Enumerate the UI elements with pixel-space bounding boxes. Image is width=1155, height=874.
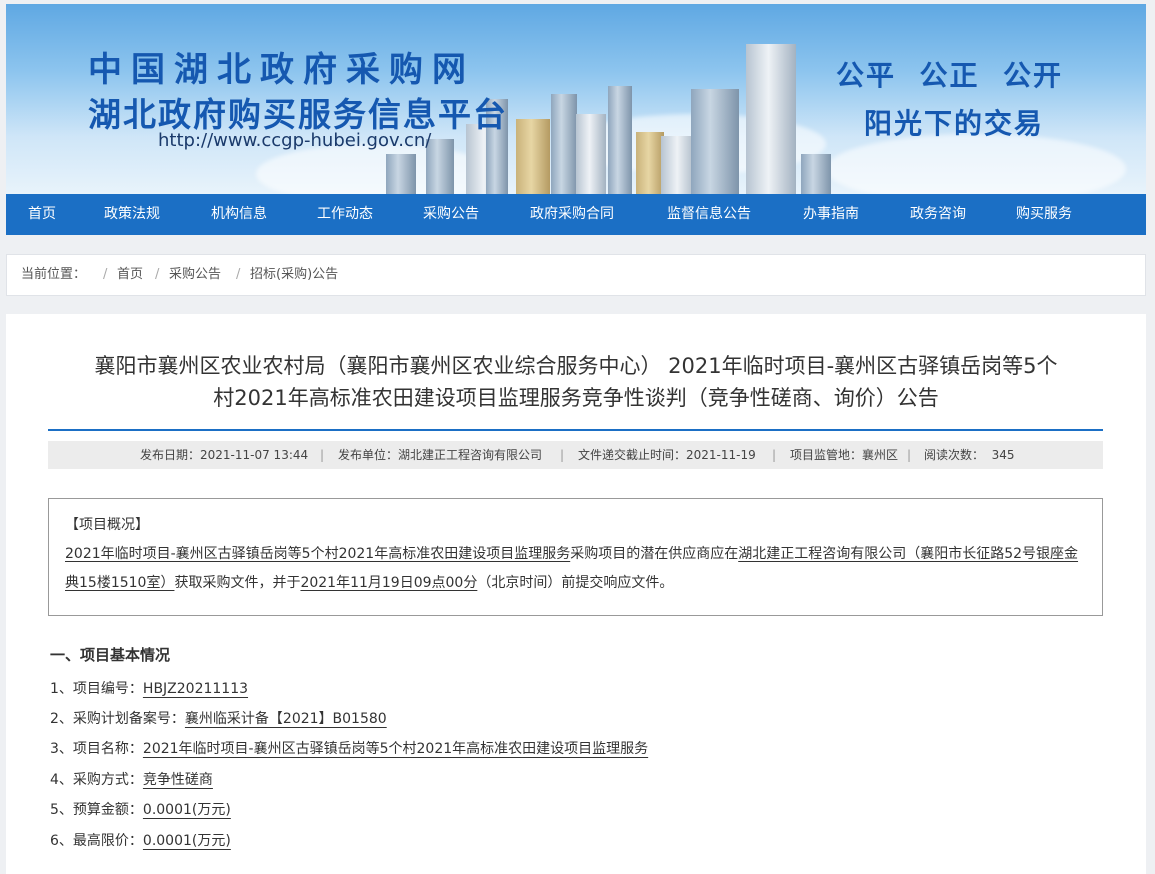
publish-date: 发布日期：2021-11-07 13:44 bbox=[140, 448, 309, 462]
max-price: 0.0001(万元) bbox=[142, 833, 231, 849]
nav-supervision[interactable]: 监督信息公告 bbox=[667, 194, 751, 235]
publisher: 发布单位：湖北建正工程咨询有限公司 bbox=[338, 448, 543, 462]
breadcrumb-separator: / bbox=[236, 267, 241, 282]
info-row: 4、采购方式：竞争性磋商 bbox=[50, 769, 213, 789]
view-count: 阅读次数： 345 bbox=[924, 448, 1015, 462]
nav-work-news[interactable]: 工作动态 bbox=[317, 194, 373, 235]
breadcrumb-home[interactable]: 首页 bbox=[117, 255, 143, 295]
main-nav: 首页 政策法规 机构信息 工作动态 采购公告 政府采购合同 监督信息公告 办事指… bbox=[6, 194, 1146, 235]
info-row: 5、预算金额：0.0001(万元) bbox=[50, 799, 231, 819]
slogan-line1: 公平 公正 公开 bbox=[836, 59, 1063, 92]
nav-consulting[interactable]: 政务咨询 bbox=[910, 194, 966, 235]
site-subtitle: 湖北政府购买服务信息平台 bbox=[88, 95, 508, 134]
overview-heading: 【项目概况】 bbox=[65, 517, 149, 533]
submission-deadline: 文件递交截止时间：2021-11-19 bbox=[578, 448, 756, 462]
breadcrumb-separator: / bbox=[103, 267, 108, 282]
overview-text: 2021年临时项目-襄州区古驿镇岳岗等5个村2021年高标准农田建设项目监理服务… bbox=[65, 540, 1085, 598]
project-name: 2021年临时项目-襄州区古驿镇岳岗等5个村2021年高标准农田建设项目监理服务 bbox=[142, 741, 649, 757]
info-row: 3、项目名称：2021年临时项目-襄州区古驿镇岳岗等5个村2021年高标准农田建… bbox=[50, 738, 648, 758]
article-meta-bar: 发布日期：2021-11-07 13:44 | 发布单位：湖北建正工程咨询有限公… bbox=[48, 441, 1103, 469]
info-row: 2、采购计划备案号：襄州临采计备【2021】B01580 bbox=[50, 708, 387, 728]
budget-amount: 0.0001(万元) bbox=[142, 802, 231, 818]
article-title-line1: 襄阳市襄州区农业农村局（襄阳市襄州区农业综合服务中心） 2021年临时项目-襄州… bbox=[94, 354, 1058, 378]
section-heading: 一、项目基本情况 bbox=[50, 646, 171, 664]
site-title: 中国湖北政府采购网 bbox=[88, 50, 475, 90]
breadcrumb-separator: / bbox=[155, 267, 160, 282]
procurement-method: 竞争性磋商 bbox=[142, 772, 213, 788]
nav-contracts[interactable]: 政府采购合同 bbox=[530, 194, 614, 235]
overview-project-name: 2021年临时项目-襄州区古驿镇岳岗等5个村2021年高标准农田建设项目监理服务 bbox=[65, 546, 571, 562]
overview-text-part: 采购项目的潜在供应商应在 bbox=[570, 546, 739, 562]
breadcrumb-label: 当前位置： bbox=[21, 267, 87, 282]
info-label: 6、最高限价： bbox=[50, 833, 143, 849]
breadcrumb-procurement[interactable]: 采购公告 bbox=[169, 255, 221, 295]
article-panel: 襄阳市襄州区农业农村局（襄阳市襄州区农业综合服务中心） 2021年临时项目-襄州… bbox=[6, 314, 1146, 874]
article-title: 襄阳市襄州区农业农村局（襄阳市襄州区农业综合服务中心） 2021年临时项目-襄州… bbox=[6, 350, 1146, 414]
project-number: HBJZ20211113 bbox=[142, 681, 249, 697]
info-label: 4、采购方式： bbox=[50, 772, 143, 788]
cloud-decoration bbox=[826, 134, 1126, 194]
meta-divider: | bbox=[560, 448, 565, 462]
info-row: 6、最高限价：0.0001(万元) bbox=[50, 830, 231, 850]
info-label: 3、项目名称： bbox=[50, 741, 143, 757]
slogan-line2: 阳光下的交易 bbox=[864, 107, 1045, 140]
project-overview-box: 【项目概况】 2021年临时项目-襄州区古驿镇岳岗等5个村2021年高标准农田建… bbox=[48, 498, 1103, 616]
nav-procurement[interactable]: 采购公告 bbox=[423, 194, 479, 235]
nav-guide[interactable]: 办事指南 bbox=[803, 194, 859, 235]
site-banner: 中国湖北政府采购网 湖北政府购买服务信息平台 http://www.ccgp-h… bbox=[6, 4, 1146, 194]
plan-record-number: 襄州临采计备【2021】B01580 bbox=[184, 711, 387, 727]
overview-text-part: 获取采购文件，并于 bbox=[174, 575, 301, 591]
nav-institutions[interactable]: 机构信息 bbox=[211, 194, 267, 235]
breadcrumb-current: 招标(采购)公告 bbox=[250, 267, 339, 282]
info-label: 1、项目编号： bbox=[50, 681, 143, 697]
info-label: 5、预算金额： bbox=[50, 802, 143, 818]
title-divider bbox=[48, 429, 1103, 431]
nav-home[interactable]: 首页 bbox=[28, 194, 56, 235]
info-label: 2、采购计划备案号： bbox=[50, 711, 185, 727]
nav-purchase-service[interactable]: 购买服务 bbox=[1016, 194, 1072, 235]
meta-divider: | bbox=[772, 448, 777, 462]
supervision-location: 项目监管地：襄州区 bbox=[790, 448, 899, 462]
meta-divider: | bbox=[320, 448, 325, 462]
info-row: 1、项目编号：HBJZ20211113 bbox=[50, 678, 248, 698]
overview-deadline: 2021年11月19日09点00分 bbox=[300, 575, 478, 591]
site-url: http://www.ccgp-hubei.gov.cn/ bbox=[158, 130, 432, 151]
breadcrumb: 当前位置： / 首页 / 采购公告 / 招标(采购)公告 bbox=[6, 254, 1146, 296]
meta-divider: | bbox=[907, 448, 912, 462]
article-title-line2: 村2021年高标准农田建设项目监理服务竞争性谈判（竞争性磋商、询价）公告 bbox=[213, 386, 939, 410]
overview-text-part: （北京时间）前提交响应文件。 bbox=[477, 575, 674, 591]
nav-policy[interactable]: 政策法规 bbox=[104, 194, 160, 235]
